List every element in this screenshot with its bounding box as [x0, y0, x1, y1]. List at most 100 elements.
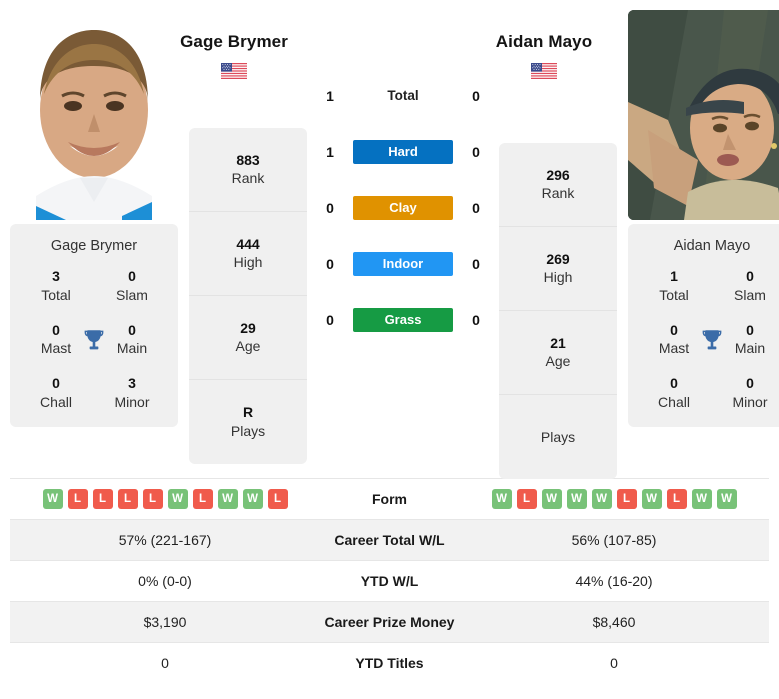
surface-total-left-value: 1: [326, 88, 334, 104]
right-player-summary-card: Aidan Mayo 1 Total 0 Slam 0 Mast 0 Main …: [628, 224, 779, 428]
left-rank-value: 883: [236, 151, 260, 168]
surface-total-badge-wrap: Total: [353, 84, 453, 108]
right-player-photo[interactable]: [628, 10, 779, 220]
left-plays-cell: R Plays: [189, 380, 307, 464]
surface-grass-left-value: 0: [326, 312, 334, 328]
right-plays-label: Plays: [540, 428, 576, 445]
left-high-value: 444: [236, 235, 260, 252]
left-titles-grid: 3 Total 0 Slam 0 Mast 0 Main 0 Chall 3 M…: [18, 268, 170, 411]
left-player-flag-container: [168, 62, 300, 80]
surface-indoor-right-value: 0: [472, 256, 480, 272]
left-rank-column: 883 Rank 444 High 29 Age R Plays: [189, 128, 307, 464]
surface-grass-badge[interactable]: Grass: [353, 308, 453, 332]
surface-grass-badge-wrap: Grass: [353, 308, 453, 332]
form-chip-loss[interactable]: L: [192, 489, 213, 509]
right-age-label: Age: [545, 353, 571, 370]
right-rank-label: Rank: [541, 185, 575, 202]
us-flag-icon: [221, 62, 247, 79]
stat-label-cell: Career Prize Money: [324, 614, 455, 630]
surface-hard-badge[interactable]: Hard: [353, 140, 453, 164]
right-value-cell: 44% (16-20): [575, 573, 653, 589]
right-high-cell: 269 High: [499, 227, 617, 311]
left-value-cell: 0: [161, 655, 169, 672]
surface-indoor-badge[interactable]: Indoor: [353, 252, 453, 276]
right-value-cell: 56% (107-85): [571, 532, 657, 548]
form-chip-win[interactable]: W: [42, 489, 63, 509]
us-flag-icon: [531, 62, 557, 79]
left-age-value: 29: [240, 319, 256, 336]
left-player-header: Gage Brymer: [168, 10, 300, 80]
left-value-cell: $3,190: [143, 614, 187, 630]
left-high-cell: 444 High: [189, 212, 307, 296]
right-player-header: Aidan Mayo: [478, 10, 610, 80]
form-chip-loss[interactable]: L: [117, 489, 138, 509]
left-age-label: Age: [235, 338, 261, 355]
right-form-strip: WLWWWLWLWW: [459, 489, 769, 509]
form-chip-loss[interactable]: L: [142, 489, 163, 509]
form-chip-win[interactable]: W: [566, 489, 587, 509]
right-player-portrait-image: [628, 10, 779, 220]
right-titles-grid: 1 Total 0 Slam 0 Mast 0 Main 0 Chall 0 M…: [636, 268, 779, 411]
surface-row-clay: 0 Clay 0: [307, 180, 499, 236]
stat-label-cell: YTD W/L: [360, 573, 419, 589]
form-chip-win[interactable]: W: [167, 489, 188, 509]
surface-clay-badge-wrap: Clay: [353, 196, 453, 220]
form-chip-win[interactable]: W: [691, 489, 712, 509]
right-age-value: 21: [550, 334, 566, 351]
right-titles-challenger-value: 0: [670, 375, 678, 392]
left-plays-label: Plays: [230, 422, 266, 439]
form-chip-win[interactable]: W: [591, 489, 612, 509]
right-player-name[interactable]: Aidan Mayo: [478, 32, 610, 52]
surface-total-badge: Total: [387, 88, 419, 103]
right-titles-challenger: 0 Chall: [636, 375, 712, 411]
form-chip-win[interactable]: W: [491, 489, 512, 509]
form-chip-loss[interactable]: L: [516, 489, 537, 509]
stat-label-cell: Form: [372, 491, 407, 507]
form-chip-win[interactable]: W: [217, 489, 238, 509]
left-player-photo[interactable]: [10, 10, 178, 220]
left-age-cell: 29 Age: [189, 296, 307, 380]
left-titles-challenger: 0 Chall: [18, 375, 94, 411]
left-titles-minor: 3 Minor: [94, 375, 170, 411]
surface-indoor-left-value: 0: [326, 256, 334, 272]
compare-section: Gage Brymer 3 Total 0 Slam 0 Mast 0 Main…: [0, 0, 779, 479]
right-titles-slam-label: Slam: [734, 286, 766, 303]
left-player-name[interactable]: Gage Brymer: [168, 32, 300, 52]
form-chip-win[interactable]: W: [716, 489, 737, 509]
surface-clay-badge[interactable]: Clay: [353, 196, 453, 220]
form-chip-loss[interactable]: L: [267, 489, 288, 509]
form-chip-loss[interactable]: L: [616, 489, 637, 509]
left-plays-value: R: [242, 404, 254, 421]
right-titles-slam: 0 Slam: [712, 268, 779, 304]
stat-label-cell: YTD Titles: [355, 655, 424, 672]
surface-row-hard: 1 Hard 0: [307, 124, 499, 180]
right-summary-player-name: Aidan Mayo: [673, 238, 751, 254]
surface-total-right-value: 0: [472, 88, 480, 104]
left-summary-player-name: Gage Brymer: [50, 238, 138, 254]
surface-hard-right-value: 0: [472, 144, 480, 160]
stat-label-cell: Career Total W/L: [334, 532, 445, 548]
form-chip-win[interactable]: W: [242, 489, 263, 509]
left-titles-slam-value: 0: [128, 268, 136, 284]
left-titles-slam: 0 Slam: [94, 268, 170, 304]
left-high-label: High: [233, 254, 263, 271]
trophy-icon: [84, 329, 104, 349]
surface-clay-right-value: 0: [472, 200, 480, 216]
right-titles-minor: 0 Minor: [712, 375, 779, 411]
right-titles-slam-value: 0: [746, 268, 754, 284]
form-chip-loss[interactable]: L: [92, 489, 113, 509]
left-titles-total-value: 3: [52, 268, 60, 284]
left-value-cell: 0% (0-0): [138, 573, 192, 589]
right-rank-column: 296 Rank 269 High 21 Age Plays: [499, 143, 617, 479]
form-chip-loss[interactable]: L: [666, 489, 687, 509]
surface-rows-list: 1 Total 0 1 Hard 0 0 Clay 0 0 Indoor 0 0 Grass 0: [307, 68, 499, 348]
surface-hard-left-value: 1: [326, 144, 334, 160]
form-chip-win[interactable]: W: [641, 489, 662, 509]
trophy-icon: [702, 329, 722, 349]
surface-row-grass: 0 Grass 0: [307, 292, 499, 348]
form-chip-win[interactable]: W: [541, 489, 562, 509]
right-titles-minor-label: Minor: [732, 393, 768, 410]
form-chip-loss[interactable]: L: [67, 489, 88, 509]
left-player-portrait-image: [10, 10, 178, 220]
player-comparison-page: Gage Brymer 3 Total 0 Slam 0 Mast 0 Main…: [0, 0, 779, 699]
